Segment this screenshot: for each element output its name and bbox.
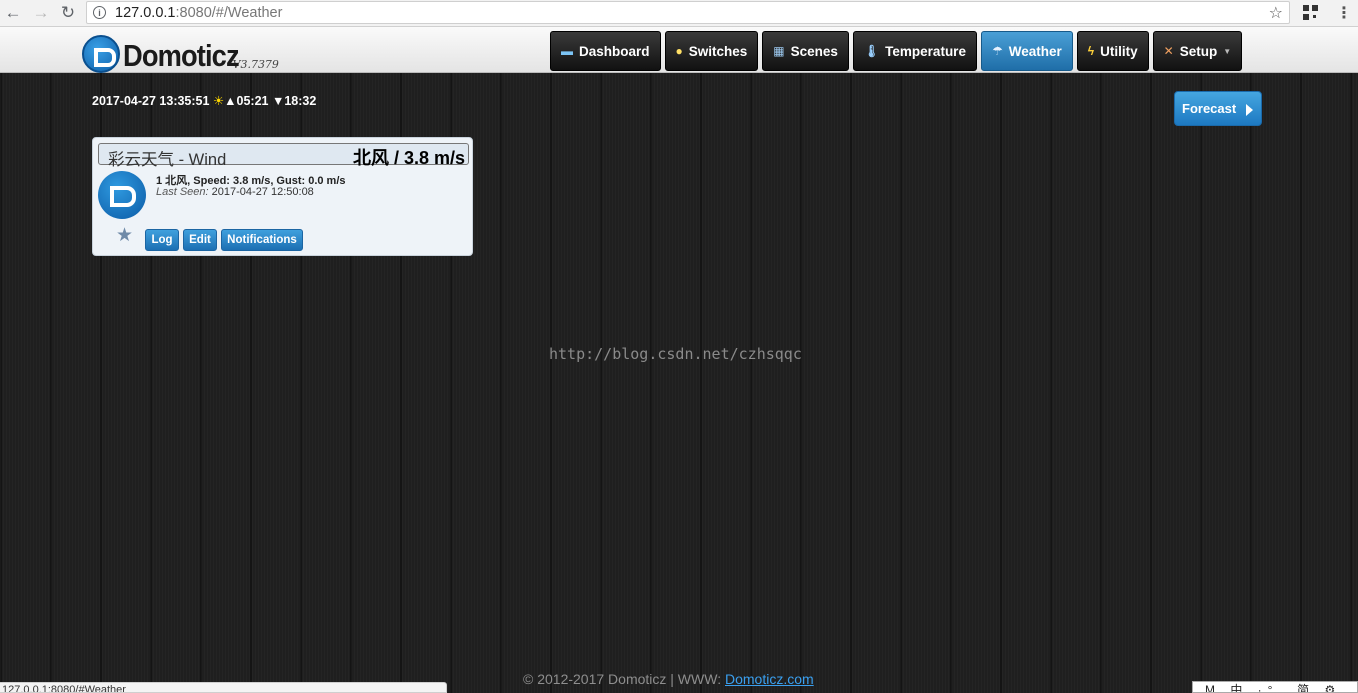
watermark-text: http://blog.csdn.net/czhsqqc	[549, 345, 802, 363]
thermometer-icon: 🌡︎	[863, 44, 880, 58]
current-datetime: 2017-04-27 13:35:51	[92, 94, 210, 108]
favorite-star-icon[interactable]: ★	[116, 226, 133, 245]
app-header: Domoticz V3.7379 ▬ Dashboard ● Switches …	[0, 27, 1358, 73]
tab-dashboard[interactable]: ▬ Dashboard	[550, 31, 661, 71]
log-button[interactable]: Log	[145, 229, 179, 251]
device-last-seen: Last Seen: 2017-04-27 12:50:08	[156, 186, 314, 198]
qr-code-icon[interactable]	[1303, 5, 1318, 20]
tab-scenes[interactable]: ▦ Scenes	[762, 31, 849, 71]
version-label: V3.7379	[232, 58, 279, 71]
tab-label: Utility	[1100, 43, 1138, 59]
chevron-down-icon: ▼	[1223, 46, 1232, 56]
sun-icon: ☀	[212, 94, 225, 108]
domoticz-device-icon	[98, 171, 146, 219]
browser-menu-icon[interactable]: ⋮	[1336, 3, 1352, 23]
tab-setup[interactable]: ✕ Setup ▼	[1152, 31, 1243, 71]
device-card: 彩云天气 - Wind 北风 / 3.8 m/s 1 北风, Speed: 3.…	[92, 137, 473, 256]
tab-switches[interactable]: ● Switches	[664, 31, 759, 71]
browser-status-url: 127.0.0.1:8080/#Weather	[0, 682, 447, 693]
forward-icon[interactable]: →	[28, 1, 54, 25]
tab-label: Weather	[1008, 43, 1062, 59]
url-path: :8080/#/Weather	[175, 4, 283, 21]
tab-label: Setup	[1179, 43, 1218, 59]
tab-label: Temperature	[885, 43, 966, 59]
footer-link[interactable]: Domoticz.com	[725, 671, 814, 687]
last-seen-label: Last Seen:	[156, 186, 209, 198]
reload-icon[interactable]: ↻	[55, 1, 81, 25]
domoticz-logo-icon	[82, 35, 120, 73]
tab-temperature[interactable]: 🌡︎ Temperature	[852, 31, 977, 71]
tab-utility[interactable]: ϟ Utility	[1076, 31, 1149, 71]
edit-button[interactable]: Edit	[183, 229, 217, 251]
forecast-label: Forecast	[1182, 101, 1237, 116]
sunrise-time: ▲05:21	[224, 94, 269, 108]
clapperboard-icon: ▦	[773, 44, 785, 58]
browser-toolbar: ← → ↻ i 127.0.0.1:8080/#/Weather ☆ ⋮	[0, 0, 1358, 27]
tab-weather[interactable]: ☂ Weather	[980, 31, 1073, 71]
status-datetime: 2017-04-27 13:35:51 ☀▲05:21 ▼18:32	[92, 93, 316, 108]
logo-text: Domoticz	[123, 38, 240, 73]
play-arrow-icon	[1246, 103, 1254, 116]
last-seen-value: 2017-04-27 12:50:08	[211, 186, 314, 198]
address-bar[interactable]: i 127.0.0.1:8080/#/Weather ☆	[86, 1, 1290, 24]
domoticz-logo[interactable]: Domoticz V3.7379	[82, 35, 279, 73]
tab-label: Dashboard	[579, 43, 650, 59]
main-nav: ▬ Dashboard ● Switches ▦ Scenes 🌡︎ Tempe…	[550, 31, 1246, 71]
main-content: 2017-04-27 13:35:51 ☀▲05:21 ▼18:32 Forec…	[0, 73, 1358, 693]
cloud-rain-icon: ☂	[991, 44, 1003, 58]
tab-label: Switches	[688, 43, 748, 59]
device-title-bar: 彩云天气 - Wind 北风 / 3.8 m/s	[98, 143, 469, 169]
footer: © 2012-2017 Domoticz | WWW: Domoticz.com	[523, 671, 814, 687]
bookmark-star-icon[interactable]: ☆	[1269, 3, 1283, 23]
url-host: 127.0.0.1	[115, 4, 176, 21]
footer-text: © 2012-2017 Domoticz | WWW:	[523, 671, 722, 687]
device-value: 北风 / 3.8 m/s	[352, 148, 465, 168]
monitor-icon: ▬	[561, 44, 573, 58]
sunset-time: ▼18:32	[271, 94, 317, 108]
notifications-button[interactable]: Notifications	[221, 229, 303, 251]
back-icon[interactable]: ←	[0, 1, 26, 25]
tools-icon: ✕	[1163, 44, 1174, 58]
ime-toolbar[interactable]: M 中 ·°, 简 ⚙ ·	[1192, 681, 1358, 693]
lightbulb-icon: ●	[675, 44, 683, 58]
lightning-icon: ϟ	[1087, 44, 1095, 58]
info-icon[interactable]: i	[93, 6, 106, 19]
forecast-button[interactable]: Forecast	[1174, 91, 1262, 126]
device-name: 彩云天气 - Wind	[108, 151, 227, 169]
tab-label: Scenes	[790, 43, 838, 59]
